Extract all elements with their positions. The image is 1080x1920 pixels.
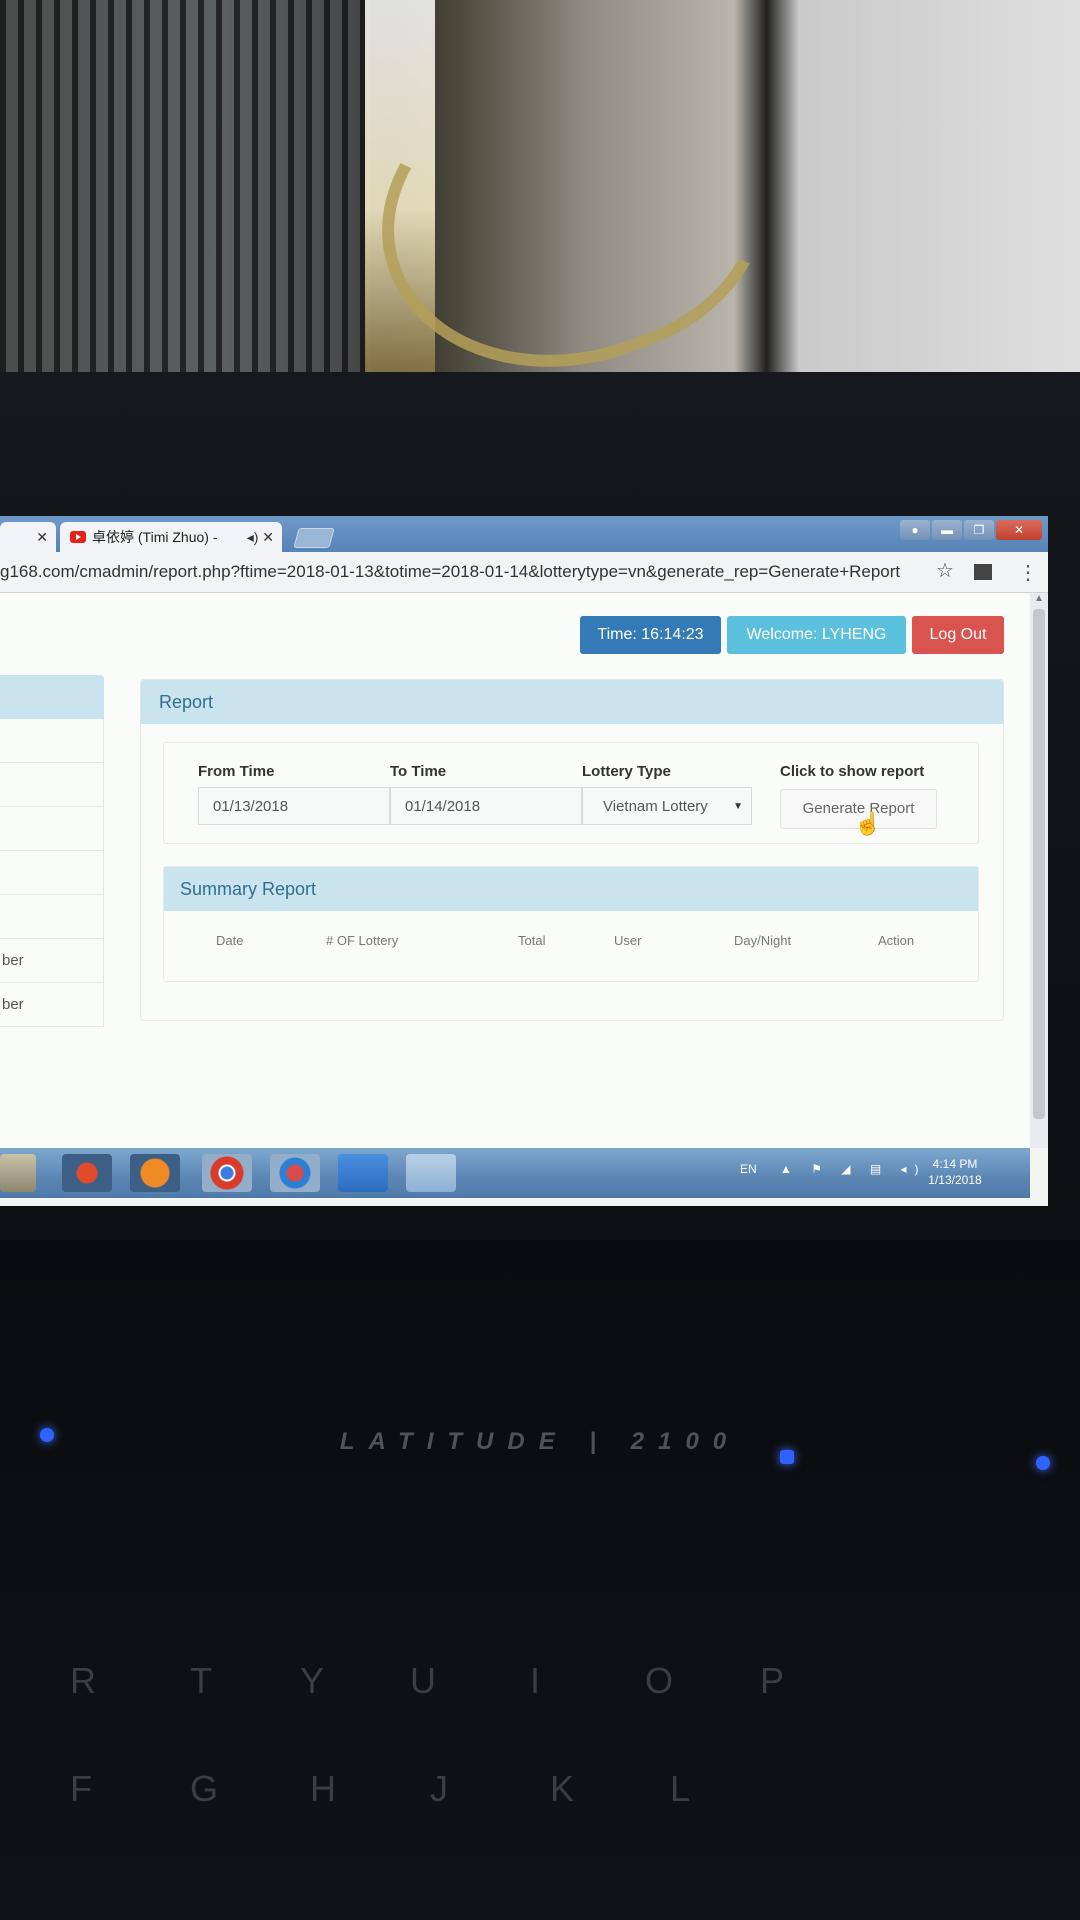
clock-time: 4:14 PM [932,1157,978,1171]
lottery-type-label: Lottery Type [582,763,671,780]
close-window-button[interactable]: ✕ [996,520,1042,540]
key-g: G [190,1768,219,1809]
page-scrollbar[interactable]: ▲ [1030,593,1048,1148]
extension-icon[interactable] [974,564,992,580]
key-p: P [760,1660,785,1701]
clock-date: 1/13/2018 [928,1173,982,1187]
column-header: Day/Night [734,933,792,948]
from-time-label: From Time [198,763,275,780]
youtube-icon [70,531,86,543]
window-controls: ● ▬ ❐ ✕ [900,520,1042,540]
lottery-type-select[interactable]: Vietnam Lottery ▼ [582,787,752,825]
sidebar-item[interactable]: ber [0,983,104,1027]
laptop-keyboard: R T Y U I O P F G H J K L [0,1240,1080,1920]
tab-label: 卓依婷 (Timi Zhuo) - [92,529,218,545]
key-k: K [550,1768,575,1809]
app-icon[interactable] [270,1154,320,1192]
column-header: Action [878,933,915,948]
key-f: F [70,1768,92,1809]
time-button[interactable]: Time: 16:14:23 [580,616,721,654]
sidebar-item[interactable]: ber [0,939,104,983]
key-y: Y [300,1660,325,1701]
address-bar: g168.com/cmadmin/report.php?ftime=2018-0… [0,552,1048,593]
column-header: User [614,933,642,948]
sidebar-item[interactable] [0,807,104,851]
sidebar: ber ber [0,675,104,1035]
to-time-label: To Time [390,763,447,780]
key-r: R [70,1660,96,1701]
report-panel: Report From Time 01/13/2018 To Time 01/1… [140,679,1004,1021]
key-t: T [190,1660,212,1701]
report-form: From Time 01/13/2018 To Time 01/14/2018 … [163,742,979,844]
background-room [0,0,1080,380]
minimize-button[interactable]: ▬ [932,520,962,540]
tab-strip: ✕ 卓依婷 (Timi Zhuo) - ◂) ✕ ● ▬ ❐ ✕ [0,516,1048,552]
google-icon[interactable] [338,1154,388,1192]
media-player-icon[interactable] [62,1154,112,1192]
taskbar: EN ▲ ⚑ ◢ ▤ ◂) 4:14 PM 1/13/2018 [0,1148,1030,1198]
brand-model: 2100 [630,1428,741,1455]
to-time-input[interactable]: 01/14/2018 [390,787,582,825]
report-heading: Report [141,680,1003,724]
maximize-button[interactable]: ❐ [964,520,994,540]
summary-report: Summary Report Date # OF Lottery Total U… [163,866,979,982]
tray-icons[interactable]: ▲ ⚑ ◢ ▤ ◂) [780,1162,927,1176]
scroll-thumb[interactable] [1033,609,1045,1119]
sidebar-heading [0,675,104,719]
close-icon[interactable]: ◂) ✕ [247,522,274,552]
taskbar-clock[interactable]: 4:14 PM 1/13/2018 [920,1156,990,1188]
column-header: Total [518,933,546,948]
firefox-icon[interactable] [130,1154,180,1192]
web-page: Time: 16:14:23 Welcome: LYHENG Log Out b… [0,593,1030,1148]
screen: ✕ 卓依婷 (Timi Zhuo) - ◂) ✕ ● ▬ ❐ ✕ g168.co… [0,516,1048,1206]
from-time-input[interactable]: 01/13/2018 [198,787,390,825]
column-header: # OF Lottery [326,933,399,948]
bookmark-star-icon[interactable]: ☆ [936,558,954,583]
summary-heading: Summary Report [164,867,978,911]
key-l: L [670,1768,691,1809]
browser-menu-icon[interactable]: ⋮ [1018,560,1038,585]
scroll-up-icon[interactable]: ▲ [1034,593,1044,604]
sidebar-item[interactable] [0,851,104,895]
show-report-label: Click to show report [780,763,925,780]
sidebar-item[interactable] [0,763,104,807]
logout-button[interactable]: Log Out [912,616,1004,654]
caret-down-icon: ▼ [733,801,743,812]
hand-cursor-icon: ☝ [854,811,882,836]
close-icon[interactable]: ✕ [36,522,48,552]
welcome-button[interactable]: Welcome: LYHENG [727,616,906,654]
explorer-icon[interactable] [0,1154,36,1192]
key-j: J [430,1768,448,1809]
new-tab-button[interactable] [293,528,335,548]
sidebar-item[interactable] [0,719,104,763]
key-u: U [410,1660,436,1701]
window-app-icon[interactable] [406,1154,456,1192]
power-led-icon [1036,1456,1050,1470]
sidebar-item[interactable] [0,895,104,939]
key-h: H [310,1768,336,1809]
language-indicator[interactable]: EN [740,1162,757,1176]
lottery-type-value: Vietnam Lottery [603,798,708,815]
key-o: O [645,1660,674,1701]
laptop-brand: LATITUDE | 2100 [339,1428,741,1455]
tab-previous[interactable]: ✕ [0,522,56,552]
tab-youtube[interactable]: 卓依婷 (Timi Zhuo) - ◂) ✕ [60,522,282,552]
key-i: I [530,1660,541,1701]
user-icon[interactable]: ● [900,520,930,540]
column-header: Date [216,933,244,948]
window-bars [0,0,370,380]
brand-name: LATITUDE [339,1428,569,1455]
url-field[interactable]: g168.com/cmadmin/report.php?ftime=2018-0… [0,558,960,586]
chrome-icon[interactable] [202,1154,252,1192]
